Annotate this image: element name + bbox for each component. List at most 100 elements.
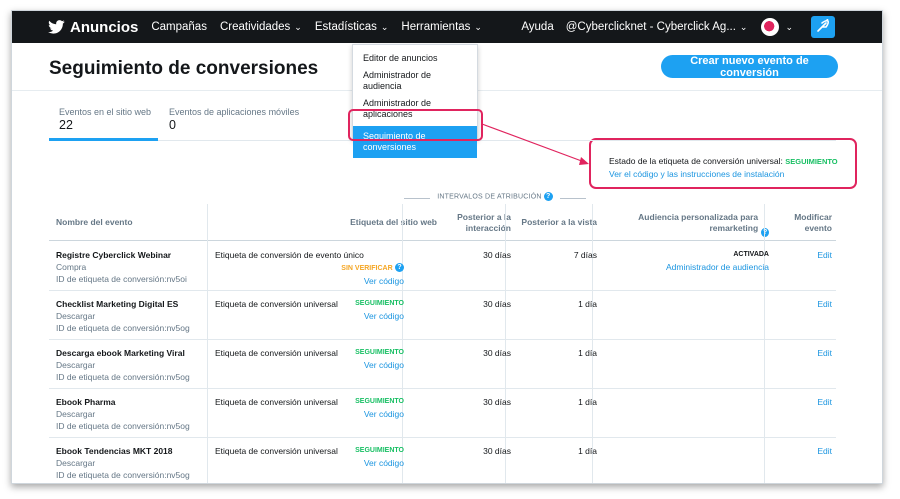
nav-creatives[interactable]: Creatividades ⌄ bbox=[220, 21, 302, 33]
event-name: Descarga ebook Marketing Viral bbox=[56, 348, 185, 358]
universal-tag-status-callout: Estado de la etiqueta de conversión univ… bbox=[589, 138, 857, 189]
nav-analytics[interactable]: Estadísticas ⌄ bbox=[315, 21, 389, 33]
menu-item-audience-manager[interactable]: Administrador de audiencia bbox=[353, 67, 477, 95]
chevron-down-icon: ⌄ bbox=[294, 21, 302, 32]
edit-link[interactable]: Edit bbox=[784, 298, 832, 310]
website-tag-cell: Etiqueta de conversión universal SEGUIMIE… bbox=[215, 445, 404, 469]
view-code-instructions-link[interactable]: Ver el código y las instrucciones de ins… bbox=[609, 168, 855, 180]
twitter-bird-icon bbox=[48, 20, 65, 34]
audience-status: ACTIVADA bbox=[733, 251, 769, 258]
event-category: Descargar bbox=[56, 409, 96, 419]
website-tag-cell: Etiqueta de conversión universal SEGUIMIE… bbox=[215, 347, 404, 371]
callout-status-badge: SEGUIMIENTO bbox=[785, 157, 838, 166]
event-name-cell: Ebook Tendencias MKT 2018 Descargar ID d… bbox=[56, 445, 190, 481]
event-name: Ebook Pharma bbox=[56, 397, 116, 407]
audience-manager-link[interactable]: Administrador de audiencia bbox=[609, 261, 769, 273]
help-icon[interactable]: ? bbox=[543, 192, 553, 201]
post-view-value: 7 días bbox=[573, 250, 597, 260]
post-view-value: 1 día bbox=[578, 299, 597, 309]
tag-type: Etiqueta de conversión de evento único bbox=[215, 250, 364, 260]
view-code-link[interactable]: Ver código bbox=[215, 275, 404, 287]
col-post-interaction: Posterior a la interacción bbox=[457, 211, 511, 233]
brand-title: Anuncios bbox=[70, 18, 139, 36]
divider bbox=[560, 198, 586, 199]
edit-link[interactable]: Edit bbox=[784, 445, 832, 457]
tag-status-badge: SEGUIMIENTO bbox=[355, 398, 404, 405]
table-row: Registre Cyberclick Webinar Compra ID de… bbox=[49, 242, 836, 291]
nav-label: Creatividades bbox=[219, 21, 291, 33]
website-tag-cell: Etiqueta de conversión universal SEGUIMIE… bbox=[215, 298, 404, 322]
menu-item-ads-editor[interactable]: Editor de anuncios bbox=[353, 50, 477, 67]
tag-type: Etiqueta de conversión universal bbox=[215, 348, 338, 358]
divider bbox=[404, 198, 430, 199]
col-remarketing-audience: Audiencia personalizada para remarketing… bbox=[609, 204, 769, 241]
event-tag-id: ID de etiqueta de conversión:nv5og bbox=[56, 323, 190, 333]
tag-type-line: Etiqueta de conversión universal SEGUIMIE… bbox=[215, 347, 404, 359]
nav-tools[interactable]: Herramientas ⌄ bbox=[401, 21, 482, 33]
app-window: Anuncios Campañas Creatividades ⌄ Estadís… bbox=[11, 10, 883, 484]
help-icon[interactable]: ? bbox=[761, 228, 769, 237]
tab-mobile-app-events[interactable]: Eventos de aplicaciones móviles 0 bbox=[169, 107, 299, 132]
account-switcher[interactable]: @Cyberclicknet - Cyberclick Ag... ⌄ bbox=[566, 21, 748, 33]
table-header: Nombre del evento Etiqueta del sitio web… bbox=[49, 204, 836, 241]
tab-label: Eventos de aplicaciones móviles bbox=[169, 107, 300, 117]
top-nav: Anuncios Campañas Creatividades ⌄ Estadís… bbox=[12, 11, 882, 43]
event-name-cell: Descarga ebook Marketing Viral Descargar… bbox=[56, 347, 190, 383]
event-name-cell: Checklist Marketing Digital ES Descargar… bbox=[56, 298, 190, 334]
post-view-value: 1 día bbox=[578, 446, 597, 456]
tab-website-events[interactable]: Eventos en el sitio web 22 bbox=[59, 107, 151, 132]
table-row: Ebook Tendencias MKT 2018 Descargar ID d… bbox=[49, 438, 836, 483]
event-category: Descargar bbox=[56, 360, 96, 370]
attribution-windows-label: INTERVALOS DE ATRIBUCIÓN bbox=[437, 193, 542, 201]
avatar bbox=[761, 18, 780, 36]
event-name-cell: Ebook Pharma Descargar ID de etiqueta de… bbox=[56, 396, 190, 432]
event-name: Ebook Tendencias MKT 2018 bbox=[56, 446, 173, 456]
edit-link[interactable]: Edit bbox=[784, 347, 832, 359]
event-tag-id: ID de etiqueta de conversión:nv5oi bbox=[56, 274, 187, 284]
edit-link[interactable]: Edit bbox=[784, 396, 832, 408]
view-code-link[interactable]: Ver código bbox=[215, 359, 404, 371]
nav-campaigns[interactable]: Campañas bbox=[151, 21, 207, 33]
table-row: Ebook Pharma Descargar ID de etiqueta de… bbox=[49, 389, 836, 438]
event-tag-id: ID de etiqueta de conversión:nv5og bbox=[56, 421, 190, 431]
chevron-down-icon: ⌄ bbox=[474, 21, 482, 32]
event-category: Descargar bbox=[56, 458, 96, 468]
col-post-view: Posterior a la vista bbox=[521, 217, 597, 227]
avatar-menu[interactable]: ⌄ bbox=[761, 18, 793, 36]
tab-label: Eventos en el sitio web bbox=[59, 107, 152, 117]
nav-label: Estadísticas bbox=[314, 21, 377, 33]
post-interaction-value: 30 días bbox=[483, 446, 511, 456]
feather-icon bbox=[816, 18, 830, 36]
col-remarketing-audience-label: Audiencia personalizada para remarketing bbox=[638, 211, 759, 233]
tab-count: 0 bbox=[169, 118, 176, 132]
post-view-value: 1 día bbox=[578, 397, 597, 407]
compose-button[interactable] bbox=[811, 16, 835, 38]
website-tag-cell: Etiqueta de conversión de evento único S… bbox=[215, 249, 404, 287]
help-icon[interactable]: ? bbox=[395, 263, 404, 273]
edit-link[interactable]: Edit bbox=[784, 249, 832, 261]
tab-count: 22 bbox=[59, 118, 73, 132]
account-name: @Cyberclicknet - Cyberclick Ag... bbox=[565, 21, 736, 33]
tag-type: Etiqueta de conversión universal bbox=[215, 299, 338, 309]
create-conversion-event-button[interactable]: Crear nuevo evento de conversión bbox=[661, 55, 838, 79]
page-title: Seguimiento de conversiones bbox=[49, 58, 319, 79]
event-category: Compra bbox=[56, 262, 87, 272]
nav-label: Herramientas bbox=[401, 21, 471, 33]
event-name: Registre Cyberclick Webinar bbox=[56, 250, 172, 260]
event-category: Descargar bbox=[56, 311, 96, 321]
help-link[interactable]: Ayuda bbox=[521, 21, 553, 33]
callout-text-line: Estado de la etiqueta de conversión univ… bbox=[609, 155, 855, 168]
view-code-link[interactable]: Ver código bbox=[215, 408, 404, 420]
nav-label: Campañas bbox=[151, 21, 207, 33]
table-row: Descarga ebook Marketing Viral Descargar… bbox=[49, 340, 836, 389]
nav-right: Ayuda @Cyberclicknet - Cyberclick Ag... … bbox=[521, 11, 882, 43]
col-event-name: Nombre del evento bbox=[56, 217, 133, 227]
view-code-link[interactable]: Ver código bbox=[215, 457, 404, 469]
event-tag-id: ID de etiqueta de conversión:nv5og bbox=[56, 470, 190, 480]
view-code-link[interactable]: Ver código bbox=[215, 310, 404, 322]
col-website-tag: Etiqueta del sitio web bbox=[350, 217, 437, 227]
brand[interactable]: Anuncios bbox=[48, 19, 138, 36]
col-modify-event: Modificar evento bbox=[794, 211, 832, 233]
tag-type-line: Etiqueta de conversión universal SEGUIMIE… bbox=[215, 298, 404, 310]
chevron-down-icon: ⌄ bbox=[380, 21, 389, 32]
